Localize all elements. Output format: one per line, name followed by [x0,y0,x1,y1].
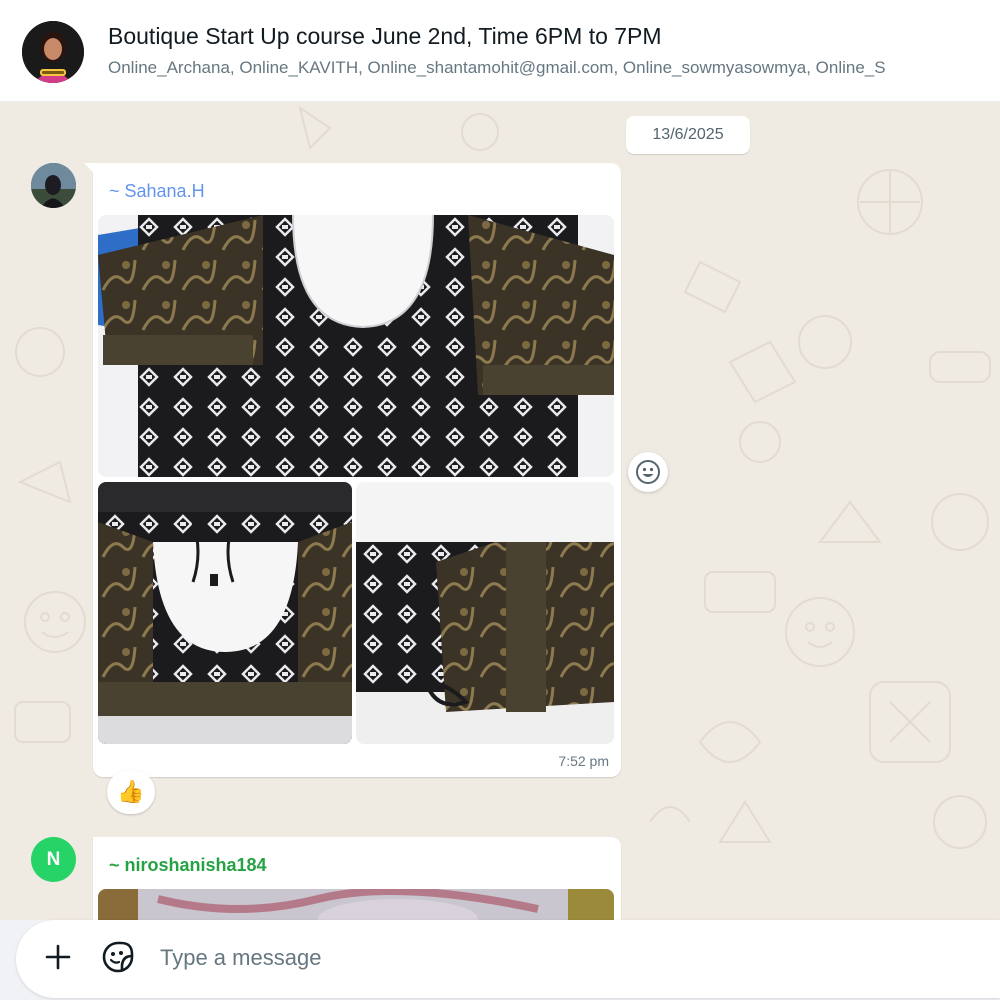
message-list[interactable]: 13/6/2025 ~ Sahana.H 7:52 pm 👍 N ~ niros… [0,102,1000,920]
message-time: 7:52 pm [558,753,609,769]
blouse-photo-front [98,215,614,477]
sender-avatar[interactable]: N [31,837,76,882]
attach-button[interactable] [38,937,78,977]
plus-icon [45,944,71,970]
fabric-photo [98,889,614,920]
participants-list[interactable]: Online_Archana, Online_KAVITH, Online_sh… [108,58,1000,78]
message-image[interactable] [98,889,614,920]
composer[interactable] [16,920,1000,998]
reaction-badge[interactable]: 👍 [107,770,155,814]
message-image[interactable] [98,215,614,477]
blouse-photo-back [98,482,352,744]
sticker-icon [102,941,134,973]
date-separator: 13/6/2025 [626,116,750,154]
sender-name[interactable]: ~ Sahana.H [109,181,205,202]
react-button[interactable] [628,452,668,492]
group-avatar[interactable] [22,21,84,83]
message-image[interactable] [98,482,352,744]
message-bubble[interactable]: ~ niroshanisha184 [93,837,621,920]
chat-title[interactable]: Boutique Start Up course June 2nd, Time … [108,23,662,50]
sender-name[interactable]: ~ niroshanisha184 [109,855,267,876]
group-avatar-icon [22,21,84,83]
sender-avatar[interactable] [31,163,76,208]
message-input[interactable] [160,938,980,978]
message-image[interactable] [356,482,614,744]
message-bubble[interactable]: ~ Sahana.H 7:52 pm [84,163,621,777]
blouse-photo-side [356,482,614,744]
sticker-button[interactable] [98,937,138,977]
composer-bar [0,920,1000,1000]
profile-photo-icon [31,163,76,208]
chat-header[interactable]: Boutique Start Up course June 2nd, Time … [0,0,1000,102]
emoji-icon [636,460,660,484]
